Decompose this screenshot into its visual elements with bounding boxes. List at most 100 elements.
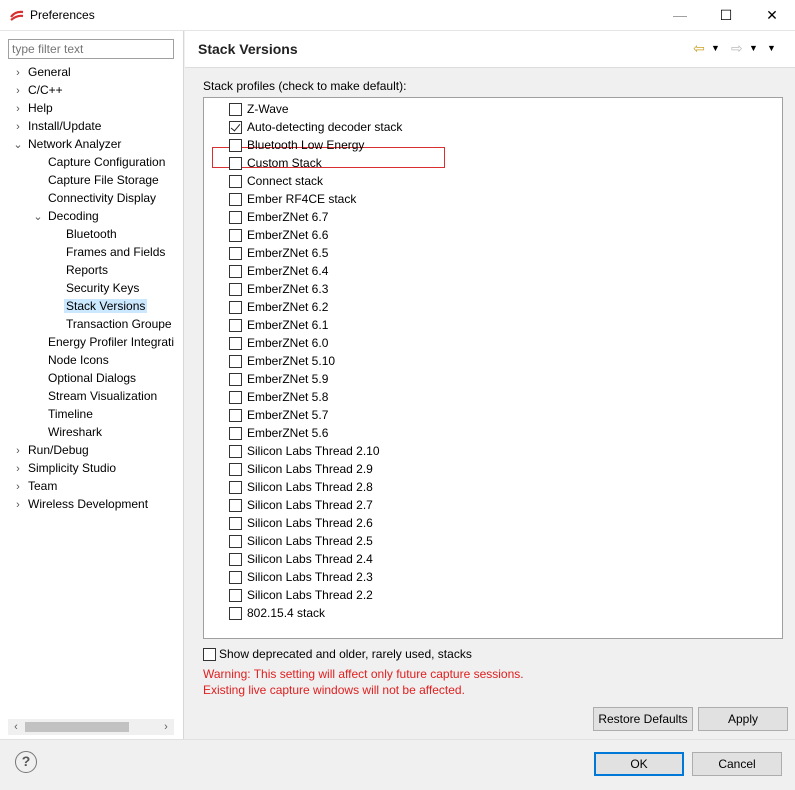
tree-item[interactable]: › Help (12, 99, 53, 117)
stack-list-item[interactable]: Silicon Labs Thread 2.5 (229, 532, 373, 550)
stack-list-item[interactable]: 802.15.4 stack (229, 604, 325, 622)
apply-button[interactable]: Apply (698, 707, 788, 731)
stack-list-item[interactable]: Silicon Labs Thread 2.9 (229, 460, 373, 478)
tree-item[interactable]: Stack Versions (50, 297, 148, 315)
tree-item[interactable]: Reports (50, 261, 108, 279)
chevron-right-icon[interactable]: › (12, 82, 24, 100)
checkbox[interactable] (229, 589, 242, 602)
chevron-right-icon[interactable]: › (12, 64, 24, 82)
back-arrow-icon[interactable]: ⇦ (693, 40, 705, 57)
tree-item[interactable]: Wireshark (32, 423, 102, 441)
stack-list-item[interactable]: Silicon Labs Thread 2.10 (229, 442, 380, 460)
stack-list-item[interactable]: Bluetooth Low Energy (229, 136, 364, 154)
tree-item[interactable]: ⌄ Decoding (32, 207, 98, 226)
stack-list-item[interactable]: EmberZNet 6.1 (229, 316, 328, 334)
checkbox[interactable] (229, 553, 242, 566)
tree-item[interactable]: Frames and Fields (50, 243, 165, 261)
checkbox[interactable] (229, 139, 242, 152)
stack-list-item[interactable]: Ember RF4CE stack (229, 190, 356, 208)
chevron-right-icon[interactable]: › (12, 442, 24, 460)
checkbox[interactable] (229, 283, 242, 296)
stack-list-item[interactable]: Silicon Labs Thread 2.2 (229, 586, 373, 604)
checkbox-checked[interactable] (229, 121, 242, 134)
tree-item[interactable]: Capture File Storage (32, 171, 159, 189)
stack-list-item[interactable]: EmberZNet 6.6 (229, 226, 328, 244)
chevron-down-icon[interactable]: ⌄ (12, 136, 24, 154)
stack-list-item[interactable]: EmberZNet 6.7 (229, 208, 328, 226)
checkbox[interactable] (229, 571, 242, 584)
stack-list-item[interactable]: Silicon Labs Thread 2.3 (229, 568, 373, 586)
checkbox[interactable] (229, 319, 242, 332)
close-button[interactable]: ✕ (749, 0, 795, 30)
checkbox[interactable] (229, 481, 242, 494)
tree-item[interactable]: Connectivity Display (32, 189, 156, 207)
chevron-down-icon[interactable]: ⌄ (32, 208, 44, 226)
stack-list-item[interactable]: Silicon Labs Thread 2.8 (229, 478, 373, 496)
chevron-right-icon[interactable]: › (12, 100, 24, 118)
tree-item[interactable]: › Team (12, 477, 57, 495)
checkbox[interactable] (229, 193, 242, 206)
checkbox[interactable] (229, 175, 242, 188)
tree-item[interactable]: › C/C++ (12, 81, 63, 99)
checkbox[interactable] (229, 355, 242, 368)
tree-item[interactable]: Optional Dialogs (32, 369, 136, 387)
checkbox[interactable] (229, 607, 242, 620)
checkbox[interactable] (229, 517, 242, 530)
stack-list-item[interactable]: Silicon Labs Thread 2.6 (229, 514, 373, 532)
checkbox[interactable] (229, 391, 242, 404)
checkbox[interactable] (229, 337, 242, 350)
checkbox[interactable] (229, 463, 242, 476)
show-deprecated-checkbox[interactable]: Show deprecated and older, rarely used, … (203, 645, 472, 663)
tree-item[interactable]: Security Keys (50, 279, 139, 297)
tree-item[interactable]: ⌄ Network Analyzer (12, 135, 121, 153)
checkbox[interactable] (229, 157, 242, 170)
chevron-right-icon[interactable]: › (12, 118, 24, 136)
forward-dropdown-icon[interactable]: ▼ (749, 43, 758, 53)
tree-item[interactable]: › General (12, 63, 71, 81)
stack-list-item[interactable]: Silicon Labs Thread 2.4 (229, 550, 373, 568)
checkbox[interactable] (229, 301, 242, 314)
tree-item[interactable]: Timeline (32, 405, 93, 423)
tree-item[interactable]: › Simplicity Studio (12, 459, 116, 477)
tree-item[interactable]: › Run/Debug (12, 441, 89, 459)
maximize-button[interactable]: ☐ (703, 0, 749, 30)
tree-item[interactable]: › Install/Update (12, 117, 101, 135)
cancel-button[interactable]: Cancel (692, 752, 782, 776)
back-dropdown-icon[interactable]: ▼ (711, 43, 720, 53)
checkbox[interactable] (229, 535, 242, 548)
checkbox[interactable] (229, 247, 242, 260)
stack-list-item[interactable]: Connect stack (229, 172, 323, 190)
tree-item[interactable]: Capture Configuration (32, 153, 165, 171)
chevron-right-icon[interactable]: › (12, 460, 24, 478)
checkbox-box[interactable] (203, 648, 216, 661)
ok-button[interactable]: OK (594, 752, 684, 776)
checkbox[interactable] (229, 427, 242, 440)
checkbox[interactable] (229, 229, 242, 242)
stack-list-item[interactable]: Z-Wave (229, 100, 289, 118)
restore-defaults-button[interactable]: Restore Defaults (593, 707, 693, 731)
stack-list-item[interactable]: Auto-detecting decoder stack (229, 118, 402, 136)
stack-list-item[interactable]: EmberZNet 6.0 (229, 334, 328, 352)
stack-list-item[interactable]: EmberZNet 6.4 (229, 262, 328, 280)
forward-arrow-icon[interactable]: ⇨ (731, 40, 743, 57)
chevron-right-icon[interactable]: › (12, 478, 24, 496)
stack-list-item[interactable]: EmberZNet 5.10 (229, 352, 335, 370)
checkbox[interactable] (229, 265, 242, 278)
checkbox[interactable] (229, 373, 242, 386)
stack-list-item[interactable]: EmberZNet 5.9 (229, 370, 328, 388)
stack-list-item[interactable]: Silicon Labs Thread 2.7 (229, 496, 373, 514)
scrollbar-thumb[interactable] (25, 722, 129, 732)
stack-list-item[interactable]: EmberZNet 6.3 (229, 280, 328, 298)
tree-item[interactable]: › Wireless Development (12, 495, 148, 513)
tree-item[interactable]: Stream Visualization (32, 387, 157, 405)
scroll-left-icon[interactable]: ‹ (8, 719, 24, 735)
help-icon[interactable]: ? (15, 751, 37, 773)
checkbox[interactable] (229, 445, 242, 458)
tree-item[interactable]: Transaction Groupe (50, 315, 172, 333)
filter-input[interactable] (8, 39, 174, 59)
minimize-button[interactable]: — (657, 0, 703, 30)
stack-list-item[interactable]: EmberZNet 5.8 (229, 388, 328, 406)
stack-list-item[interactable]: EmberZNet 5.6 (229, 424, 328, 442)
checkbox[interactable] (229, 211, 242, 224)
view-menu-icon[interactable]: ▼ (767, 43, 776, 53)
